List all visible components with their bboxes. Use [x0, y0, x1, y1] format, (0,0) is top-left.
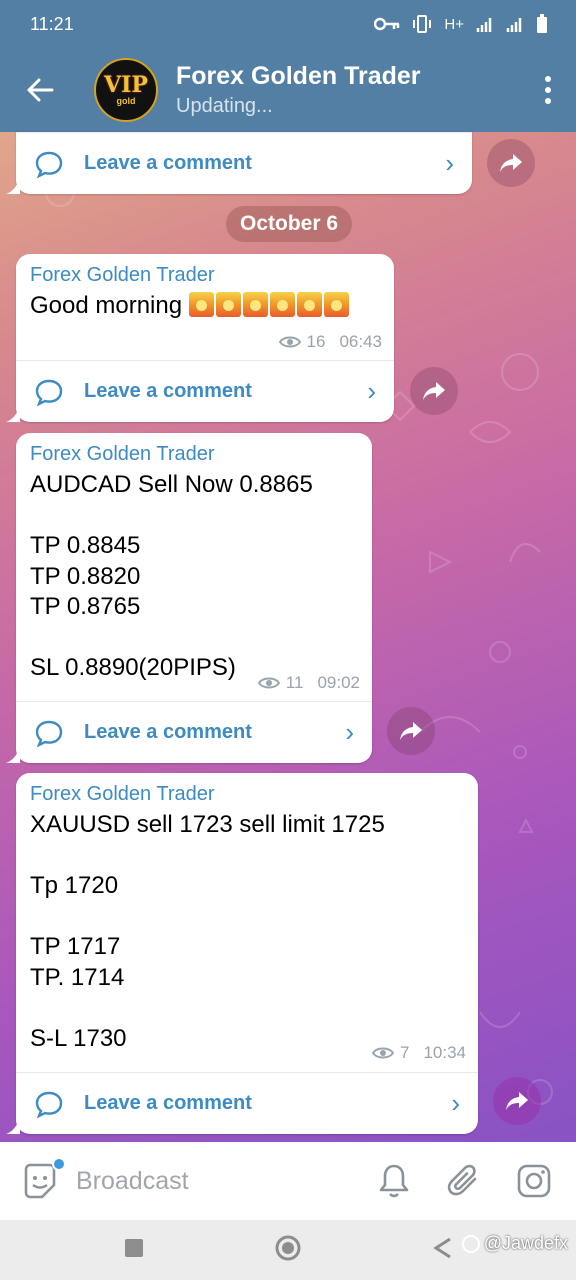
attach-button[interactable] [442, 1159, 486, 1203]
channel-status: Updating... [176, 95, 273, 117]
status-icons: H+ [374, 14, 548, 34]
emoji-sticker-button[interactable] [20, 1157, 66, 1201]
chevron-right-icon: › [345, 717, 354, 747]
vibrate-icon [413, 15, 432, 33]
view-count: 11 [285, 673, 304, 692]
views-eye-icon [278, 336, 301, 348]
leave-comment-button[interactable]: Leave a comment › [16, 701, 372, 763]
share-arrow-icon [506, 1092, 528, 1110]
view-count: 16 [306, 332, 326, 351]
share-button[interactable] [387, 707, 435, 755]
nav-home-button[interactable] [274, 1234, 302, 1267]
avatar-brand: VIP [104, 72, 148, 98]
message-time: 06:43 [339, 332, 382, 351]
message-sender: Forex Golden Trader [30, 783, 215, 805]
channel-name: Forex Golden Trader [176, 62, 421, 90]
instagram-button[interactable] [512, 1159, 556, 1203]
bell-icon [379, 1164, 409, 1198]
battery-icon [537, 14, 547, 33]
leave-comment-label: Leave a comment [84, 1092, 252, 1114]
back-triangle-icon [433, 1237, 451, 1258]
signal-2-icon [506, 18, 522, 32]
status-time: 11:21 [30, 13, 74, 34]
share-button[interactable] [410, 367, 458, 415]
back-arrow-icon [27, 78, 54, 102]
message-bubble: Forex Golden Trader XAUUSD sell 1723 sel… [16, 773, 478, 1134]
comment-icon [35, 1091, 63, 1118]
sunrise-emoji-icon [188, 292, 351, 319]
chevron-right-icon: › [445, 148, 454, 178]
broadcast-input[interactable]: Broadcast [76, 1167, 346, 1196]
leave-comment-label: Leave a comment [84, 721, 252, 743]
nav-back-button[interactable] [432, 1237, 452, 1264]
message-bubble-previous: Leave a comment › [16, 132, 472, 194]
menu-dot [545, 87, 551, 93]
leave-comment-button[interactable]: Leave a comment › [16, 132, 472, 194]
broadcast-input-bar: Broadcast [0, 1142, 576, 1220]
message-time: 10:34 [423, 1043, 466, 1062]
share-arrow-icon [400, 722, 422, 740]
leave-comment-label: Leave a comment [84, 380, 252, 402]
message-text: Good morning [16, 287, 394, 322]
message-sender: Forex Golden Trader [30, 264, 215, 286]
menu-dot [545, 98, 551, 104]
chevron-right-icon: › [367, 376, 376, 406]
message-text-content: Good morning [30, 292, 183, 319]
status-bar: 11:21 H+ [0, 0, 576, 48]
nav-recents-button[interactable] [124, 1238, 144, 1263]
app-bar: VIP gold Forex Golden Trader Updating... [0, 48, 576, 132]
home-circle-icon [275, 1235, 301, 1260]
watermark-text: @Jawdefx [483, 1233, 568, 1253]
chevron-right-icon: › [451, 1088, 460, 1118]
notification-dot [52, 1157, 66, 1171]
avatar-tagline: gold [116, 96, 136, 106]
watermark: @Jawdefx [461, 1233, 568, 1254]
signal-icon [476, 18, 492, 32]
mute-notifications-button[interactable] [372, 1159, 416, 1203]
bubble-tail [6, 1116, 20, 1134]
message-time: 09:02 [317, 673, 360, 692]
view-count: 7 [399, 1043, 410, 1062]
bubble-tail [6, 176, 20, 194]
views-eye-icon [371, 1047, 394, 1059]
leave-comment-button[interactable]: Leave a comment › [16, 1072, 478, 1134]
date-separator: October 6 [226, 206, 352, 242]
more-menu-button[interactable] [520, 76, 576, 104]
message-meta: 16 06:43 [278, 332, 382, 352]
message-meta: 11 09:02 [257, 673, 360, 693]
share-arrow-icon [423, 382, 445, 400]
instagram-icon [517, 1164, 551, 1198]
square-icon [125, 1238, 143, 1257]
bubble-tail [6, 745, 20, 763]
back-button[interactable] [0, 48, 80, 132]
message-bubble: Forex Golden Trader Good morning 16 06:4… [16, 254, 394, 422]
watermark-logo-icon [461, 1234, 480, 1253]
menu-dot [545, 76, 551, 82]
share-button[interactable] [493, 1077, 541, 1125]
comment-icon [35, 379, 63, 406]
channel-avatar[interactable]: VIP gold [94, 58, 158, 122]
share-button[interactable] [487, 139, 535, 187]
bubble-tail [6, 404, 20, 422]
key-icon [374, 17, 400, 31]
views-eye-icon [257, 677, 280, 689]
share-arrow-icon [500, 154, 522, 172]
message-bubble: Forex Golden Trader AUDCAD Sell Now 0.88… [16, 433, 372, 763]
comment-icon [35, 151, 63, 178]
message-meta: 7 10:34 [371, 1043, 466, 1063]
message-text: AUDCAD Sell Now 0.8865 TP 0.8845 TP 0.88… [30, 471, 313, 681]
paperclip-icon [447, 1164, 477, 1196]
message-text: XAUUSD sell 1723 sell limit 1725 Tp 1720… [30, 811, 385, 1052]
message-sender: Forex Golden Trader [30, 443, 215, 465]
chat-area[interactable]: Leave a comment › October 6 Forex Golden… [0, 132, 576, 1142]
comment-icon [35, 720, 63, 747]
leave-comment-button[interactable]: Leave a comment › [16, 360, 394, 422]
leave-comment-label: Leave a comment [84, 152, 252, 174]
channel-title-area[interactable]: Forex Golden Trader Updating... [176, 62, 520, 118]
network-type: H+ [444, 15, 464, 33]
